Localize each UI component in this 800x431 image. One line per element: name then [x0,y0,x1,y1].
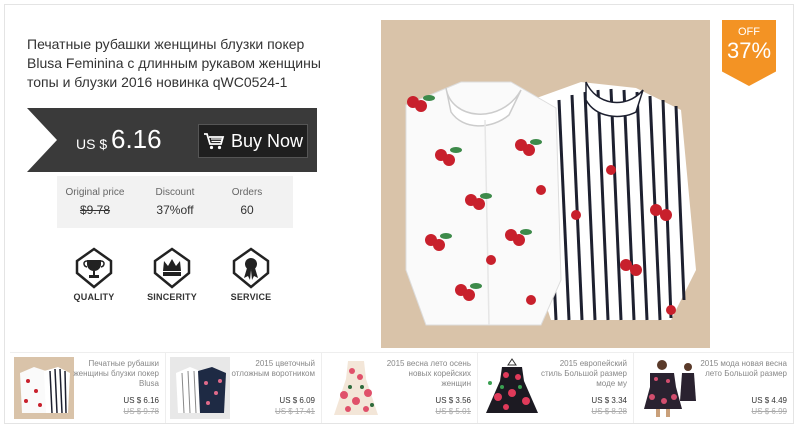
recommendation-image[interactable] [638,357,698,419]
recommendation-price: US $ 3.34 [591,396,627,405]
recommendation-old-price: US $ 5.01 [435,407,471,416]
buy-now-label: Buy Now [230,130,304,151]
buy-now-button[interactable]: Buy Now [198,124,308,158]
recommendation-old-price: US $ 6.99 [751,407,787,416]
crown-icon [137,247,207,289]
recommendation-price: US $ 6.16 [123,396,159,405]
recommendations-strip: Печатные рубашки женщины блузки покер Bl… [10,352,793,423]
orders-stat: Orders 60 [207,176,287,217]
recommendation-title[interactable]: 2015 цветочный отложным воротником [227,359,315,389]
price-currency: US $ [76,136,108,152]
recommendation-title[interactable]: 2015 европейский стиль Большой размер мо… [539,359,627,389]
service-label: SERVICE [230,292,272,302]
recommendation-title[interactable]: Печатные рубашки женщины блузки покер Bl… [71,359,159,389]
price-value: 6.16 [111,124,162,154]
recommendation-image[interactable] [326,357,386,419]
discount-tag-off: OFF [738,26,760,38]
recommendation-old-price: US $ 8.28 [591,407,627,416]
recommendation-price: US $ 3.56 [435,396,471,405]
product-image[interactable] [381,20,710,348]
recommendation-image[interactable] [482,357,542,419]
recommendation-item[interactable]: 2015 весна лето осень новых корейских же… [322,353,478,423]
quality-label: QUALITY [73,292,115,302]
sincerity-badge: SINCERITY [137,247,207,302]
discount-label: Discount [155,187,195,198]
cart-icon [203,132,225,150]
trophy-icon [59,247,129,289]
original-price-value: $9.78 [79,203,111,217]
discount-value: 37%off [156,203,194,217]
recommendation-title[interactable]: 2015 весна лето осень новых корейских же… [383,359,471,389]
recommendation-image[interactable] [170,357,230,419]
ribbon-icon [216,247,286,289]
discount-tag-percent: 37% [726,38,772,63]
original-price-stat: Original price $9.78 [55,176,135,217]
quality-badge: QUALITY [59,247,129,302]
recommendation-price: US $ 4.49 [751,396,787,405]
recommendation-old-price: US $ 9.78 [123,407,159,416]
orders-value: 60 [240,203,254,217]
recommendation-old-price: US $ 17.41 [274,407,315,416]
price-stats-box: Original price $9.78 Discount 37%off Ord… [57,176,293,228]
service-badge: SERVICE [216,247,286,302]
recommendation-item[interactable]: 2015 цветочный отложным воротником US $ … [166,353,322,423]
recommendation-image[interactable] [14,357,74,419]
orders-label: Orders [231,187,263,198]
sincerity-label: SINCERITY [147,292,197,302]
recommendation-price: US $ 6.09 [279,396,315,405]
recommendation-item[interactable]: Печатные рубашки женщины блузки покер Bl… [10,353,166,423]
product-title[interactable]: Печатные рубашки женщины блузки покер Bl… [27,35,327,92]
discount-stat: Discount 37%off [135,176,215,217]
recommendation-item[interactable]: 2015 мода новая весна лето Большой разме… [634,353,793,423]
recommendation-item[interactable]: 2015 европейский стиль Большой размер мо… [478,353,634,423]
recommendation-title[interactable]: 2015 мода новая весна лето Большой разме… [699,359,787,389]
original-price-label: Original price [65,187,125,198]
